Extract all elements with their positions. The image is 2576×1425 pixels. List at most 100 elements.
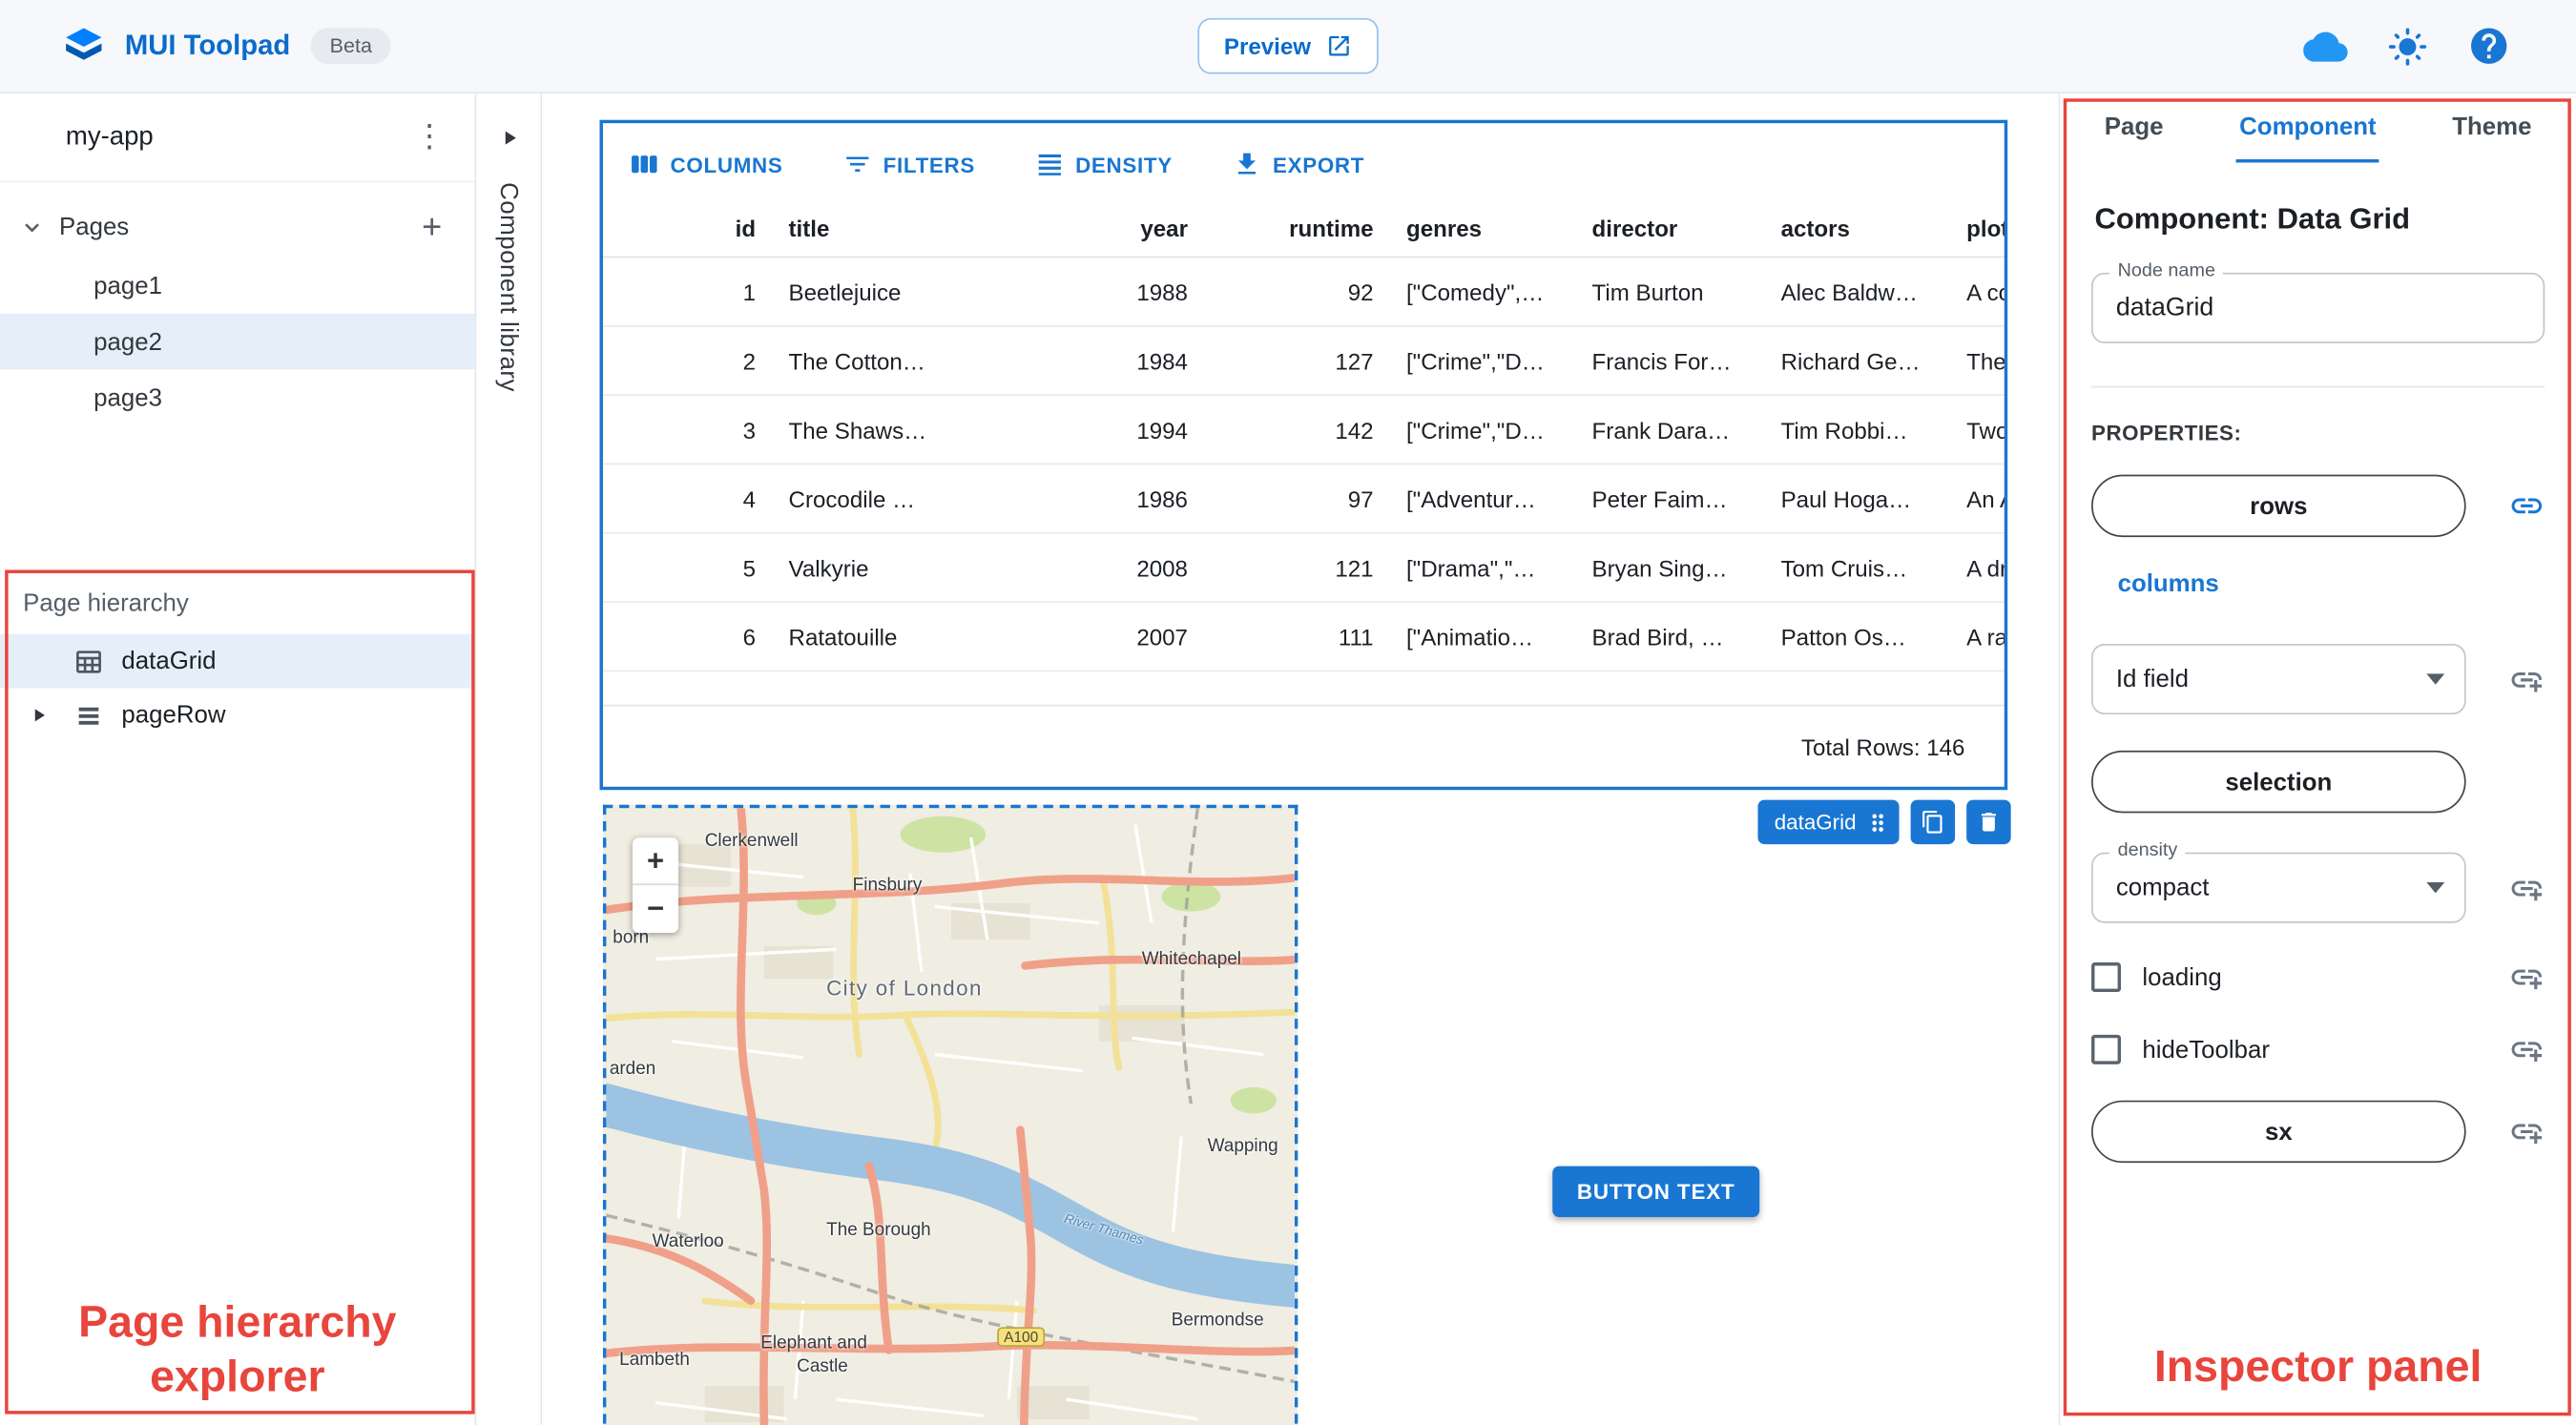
duplicate-component-button[interactable] <box>1910 799 1955 845</box>
pages-section-header[interactable]: Pages + <box>0 196 475 258</box>
table-row[interactable]: 2 The Cotton… 1984 127 ["Crime","D… Francis F… <box>602 327 2005 396</box>
column-header-genres[interactable]: genres <box>1390 198 1576 256</box>
table-cell[interactable]: Tom Cruis… <box>1764 534 1950 602</box>
table-cell[interactable]: 111 <box>1204 603 1390 671</box>
table-cell[interactable]: 121 <box>1204 534 1390 602</box>
table-cell[interactable]: The Shaws… <box>772 396 1056 464</box>
hidetoolbar-checkbox[interactable] <box>2091 1034 2122 1064</box>
column-header-director[interactable]: director <box>1575 198 1764 256</box>
table-cell[interactable]: ["Crime","D… <box>1390 396 1576 464</box>
add-page-button[interactable]: + <box>415 210 448 244</box>
column-header-id[interactable]: id <box>603 198 772 256</box>
node-name-input[interactable] <box>2115 293 2524 323</box>
help-icon[interactable] <box>2467 25 2510 68</box>
loading-checkbox[interactable] <box>2091 962 2122 993</box>
loading-binding-icon[interactable] <box>2508 960 2545 996</box>
table-cell[interactable]: ["Comedy",… <box>1390 258 1576 325</box>
table-cell[interactable]: 142 <box>1204 396 1390 464</box>
table-cell[interactable]: Peter Faim… <box>1575 465 1764 532</box>
table-cell[interactable]: Francis For… <box>1575 327 1764 395</box>
table-cell[interactable]: Beetlejuice <box>772 258 1056 325</box>
table-cell[interactable]: The… <box>1950 327 2005 395</box>
table-row[interactable]: 6 Ratatouille 2007 111 ["Animatio… Brad Bird,… <box>602 603 2005 672</box>
sidebar-item-page2[interactable]: page2 <box>0 313 475 370</box>
table-cell[interactable]: 2 <box>603 327 772 395</box>
sx-binding-icon[interactable] <box>2508 1113 2545 1149</box>
cloud-sync-icon[interactable] <box>2303 24 2348 68</box>
column-header-actors[interactable]: actors <box>1764 198 1950 256</box>
table-cell[interactable]: 2007 <box>1056 603 1204 671</box>
table-cell[interactable]: ["Crime","D… <box>1390 327 1576 395</box>
app-menu-kebab-icon[interactable]: ⋮ <box>398 115 462 159</box>
table-cell[interactable]: Paul Hoga… <box>1764 465 1950 532</box>
chevron-right-icon[interactable] <box>497 127 520 150</box>
tab-component[interactable]: Component <box>2235 93 2380 163</box>
table-cell[interactable]: Alec Baldw… <box>1764 258 1950 325</box>
column-header-plot[interactable]: plot <box>1950 198 2005 256</box>
selection-tag-name[interactable]: dataGrid <box>1757 799 1900 845</box>
table-cell[interactable]: 1986 <box>1056 465 1204 532</box>
export-button[interactable]: EXPORT <box>1222 143 1375 186</box>
preview-button[interactable]: Preview <box>1197 17 1379 74</box>
density-button[interactable]: DENSITY <box>1025 143 1183 186</box>
table-cell[interactable]: A dr… <box>1950 534 2005 602</box>
density-select[interactable]: density compact <box>2091 840 2466 923</box>
table-cell[interactable]: Valkyrie <box>772 534 1056 602</box>
sx-property-button[interactable]: sx <box>2091 1100 2466 1164</box>
table-row[interactable]: 1 Beetlejuice 1988 92 ["Comedy",… Tim Burton A… <box>602 258 2005 327</box>
table-cell[interactable]: Two… <box>1950 396 2005 464</box>
table-cell[interactable]: 97 <box>1204 465 1390 532</box>
delete-component-button[interactable] <box>1965 799 2011 845</box>
table-cell[interactable]: 1984 <box>1056 327 1204 395</box>
theme-toggle-sun-icon[interactable] <box>2387 26 2428 67</box>
table-cell[interactable]: Richard Ge… <box>1764 327 1950 395</box>
table-cell[interactable]: 3 <box>603 396 772 464</box>
table-cell[interactable]: 4 <box>603 465 772 532</box>
rows-binding-link-icon[interactable] <box>2508 487 2545 524</box>
chevron-right-icon[interactable] <box>20 705 56 726</box>
sidebar-item-page1[interactable]: page1 <box>0 258 475 314</box>
table-cell[interactable]: A co… <box>1950 258 2005 325</box>
tab-page[interactable]: Page <box>2101 93 2167 162</box>
table-cell[interactable]: Patton Os… <box>1764 603 1950 671</box>
table-cell[interactable]: 1988 <box>1056 258 1204 325</box>
table-cell[interactable]: The Cotton… <box>772 327 1056 395</box>
table-cell[interactable]: An A… <box>1950 465 2005 532</box>
column-header-runtime[interactable]: runtime <box>1204 198 1390 256</box>
table-cell[interactable]: A ra… <box>1950 603 2005 671</box>
table-cell[interactable]: 1 <box>603 258 772 325</box>
hidetoolbar-binding-icon[interactable] <box>2508 1031 2545 1067</box>
drag-handle-icon[interactable] <box>1864 809 1891 836</box>
id-field-binding-icon[interactable] <box>2508 661 2545 697</box>
button-component[interactable]: BUTTON TEXT <box>1552 1166 1760 1217</box>
selection-property-button[interactable]: selection <box>2091 750 2466 814</box>
id-field-select[interactable]: Id field <box>2091 644 2466 715</box>
table-cell[interactable]: ["Drama","… <box>1390 534 1576 602</box>
table-cell[interactable]: 6 <box>603 603 772 671</box>
table-cell[interactable]: Crocodile … <box>772 465 1056 532</box>
table-cell[interactable]: 1994 <box>1056 396 1204 464</box>
columns-property-link[interactable]: columns <box>2118 570 2219 598</box>
map-component[interactable]: Clerkenwell Finsbury born Whitechapel City o… <box>602 804 1298 1425</box>
columns-button[interactable]: COLUMNS <box>619 143 793 186</box>
density-binding-icon[interactable] <box>2508 870 2545 906</box>
table-cell[interactable]: Tim Robbi… <box>1764 396 1950 464</box>
table-cell[interactable]: 92 <box>1204 258 1390 325</box>
component-library-strip[interactable]: Component library <box>476 93 543 1425</box>
table-cell[interactable]: ["Animatio… <box>1390 603 1576 671</box>
column-header-year[interactable]: year <box>1056 198 1204 256</box>
table-cell[interactable]: Bryan Sing… <box>1575 534 1764 602</box>
table-cell[interactable]: 127 <box>1204 327 1390 395</box>
sidebar-item-page3[interactable]: page3 <box>0 369 475 425</box>
rows-property-button[interactable]: rows <box>2091 474 2466 538</box>
hierarchy-item-datagrid[interactable]: dataGrid <box>0 633 475 689</box>
table-cell[interactable]: Frank Dara… <box>1575 396 1764 464</box>
node-name-field[interactable]: Node name <box>2091 260 2545 343</box>
table-cell[interactable]: 5 <box>603 534 772 602</box>
datagrid-component[interactable]: COLUMNS FILTERS DENSITY EXPORT id title ye… <box>599 119 2008 791</box>
table-cell[interactable]: 2008 <box>1056 534 1204 602</box>
filters-button[interactable]: FILTERS <box>832 143 985 186</box>
table-row[interactable]: 5 Valkyrie 2008 121 ["Drama","… Bryan Sing… To… <box>602 534 2005 603</box>
zoom-in-button[interactable]: + <box>632 837 679 886</box>
hierarchy-item-pagerow[interactable]: pageRow <box>0 688 475 742</box>
